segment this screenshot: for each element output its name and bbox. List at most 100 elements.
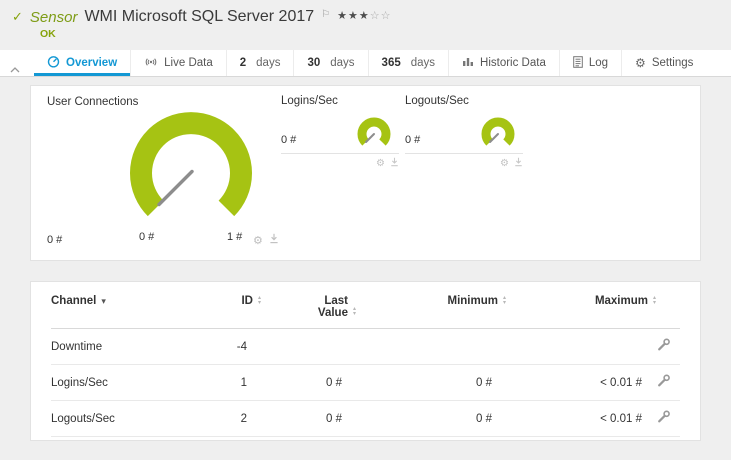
mini-gauge-logins: Logins/Sec 0 # ⚙ <box>281 95 399 170</box>
tab-days-word: days <box>330 57 355 69</box>
tab-days-number: 2 <box>239 57 247 69</box>
mini-gauge-toolbar: ⚙ <box>281 157 399 170</box>
channel-minimum: 0 # <box>356 436 506 440</box>
sort-arrows-icon: ▴ ▾ <box>502 295 506 306</box>
gauge-needle <box>157 169 194 207</box>
tab-2-days[interactable]: 2 days <box>225 50 294 76</box>
gear-icon[interactable]: ⚙ <box>253 234 263 247</box>
live-signal-icon <box>144 56 158 71</box>
tab-365-days[interactable]: 365 days <box>367 50 448 76</box>
column-header-actions <box>656 282 680 329</box>
header-label: Minimum <box>447 295 498 307</box>
tab-log[interactable]: Log <box>558 50 621 76</box>
pin-download-icon[interactable] <box>269 233 279 247</box>
channel-name[interactable]: User Connections <box>51 436 201 440</box>
table-row: User Connections 0 0 # 0 # 0 # <box>51 436 680 440</box>
sort-caret-down-icon: ▾ <box>101 296 106 306</box>
column-header-last-value[interactable]: Last Value ▴ ▾ <box>261 282 356 329</box>
tab-days-word: days <box>256 57 281 69</box>
gauge-toolbar: ⚙ <box>253 233 279 247</box>
sort-arrows-icon: ▴ ▾ <box>257 295 261 306</box>
channel-maximum <box>506 328 656 365</box>
page-title: WMI Microsoft SQL Server 2017 <box>84 8 315 25</box>
tab-30-days[interactable]: 30 days <box>293 50 367 76</box>
column-header-id[interactable]: ID ▴ ▾ <box>201 282 261 329</box>
channel-id: 0 <box>201 436 261 440</box>
channel-minimum: 0 # <box>356 400 506 437</box>
column-header-minimum[interactable]: Minimum ▴ ▾ <box>356 282 507 329</box>
tab-overview[interactable]: Overview <box>34 50 130 76</box>
mini-gauge-row: 0 # <box>405 114 523 154</box>
tab-historic-data[interactable]: Historic Data <box>448 50 559 76</box>
status-ok-check-icon: ✓ <box>12 9 23 24</box>
mini-gauge-row: 0 # <box>281 114 399 154</box>
sensor-header: ✓ Sensor WMI Microsoft SQL Server 2017 ⚐… <box>0 0 731 45</box>
tab-days-number: 30 <box>307 57 321 69</box>
sensor-title-row: ✓ Sensor WMI Microsoft SQL Server 2017 ⚐… <box>12 8 719 26</box>
status-badge: OK <box>40 28 56 40</box>
tab-bar: Overview Live Data 2 days 30 days 365 da… <box>0 50 731 77</box>
channel-maximum: < 0.01 # <box>506 400 656 437</box>
sort-arrows-icon: ▴ ▾ <box>352 306 356 317</box>
mini-gauge-logouts: Logouts/Sec 0 # ⚙ <box>405 95 523 170</box>
content-area: User Connections 0 # 0 # 1 # ⚙ Logins/Se… <box>0 77 731 441</box>
stars-empty[interactable]: ☆☆ <box>370 10 392 22</box>
priority-flag-icon[interactable]: ⚐ <box>321 9 330 20</box>
channel-minimum: 0 # <box>356 364 506 401</box>
column-header-channel[interactable]: Channel ▾ <box>51 282 201 329</box>
gauges-panel: User Connections 0 # 0 # 1 # ⚙ Logins/Se… <box>30 85 701 261</box>
tab-label: Settings <box>651 57 694 69</box>
mini-gauge-title: Logouts/Sec <box>405 95 469 107</box>
priority-stars[interactable]: ★★★☆☆ <box>337 9 391 22</box>
channel-settings-cell <box>656 400 680 437</box>
gauge-icon <box>47 55 60 71</box>
gear-icon[interactable]: ⚙ <box>500 158 509 169</box>
stars-filled[interactable]: ★★★ <box>337 10 370 22</box>
sort-arrows-icon: ▴ ▾ <box>652 295 656 306</box>
pin-download-icon[interactable] <box>514 157 523 170</box>
object-kind-label: Sensor <box>29 8 78 26</box>
chevron-up-icon[interactable] <box>10 60 20 78</box>
logins-gauge <box>357 117 391 146</box>
channel-maximum: < 0.01 # <box>506 364 656 401</box>
channels-table: Channel ▾ ID ▴ ▾ Last Value ▴ ▾ Minimum ▴ ▾ Max… <box>51 282 680 440</box>
mini-gauge-value: 0 # <box>281 134 297 146</box>
tab-days-number: 365 <box>381 57 401 69</box>
channel-id: -4 <box>201 328 261 365</box>
channel-name[interactable]: Downtime <box>51 328 201 365</box>
gear-icon: ⚙ <box>635 56 646 70</box>
tab-live-data[interactable]: Live Data <box>130 50 226 76</box>
channel-last-value: 0 # <box>261 364 356 401</box>
gauge-max-label: 1 # <box>227 231 243 243</box>
channel-settings-cell <box>656 436 680 440</box>
channel-last-value: 0 # <box>261 400 356 437</box>
channel-id: 1 <box>201 364 261 401</box>
table-row: Logouts/Sec 2 0 # 0 # < 0.01 # <box>51 400 680 437</box>
logouts-gauge <box>481 117 515 146</box>
header-label: Last Value <box>317 295 348 319</box>
wrench-settings-icon[interactable] <box>656 410 670 427</box>
tab-label: Live Data <box>164 57 213 69</box>
channel-settings-cell <box>656 364 680 401</box>
gauge-title-user-connections: User Connections <box>47 96 139 108</box>
table-header-row: Channel ▾ ID ▴ ▾ Last Value ▴ ▾ Minimum ▴ ▾ Max… <box>51 282 680 329</box>
wrench-settings-icon[interactable] <box>656 374 670 391</box>
channel-settings-cell <box>656 328 680 365</box>
channel-last-value <box>261 328 356 365</box>
tab-days-word: days <box>410 57 436 69</box>
pin-download-icon[interactable] <box>390 157 399 170</box>
tab-label: Log <box>588 57 609 69</box>
user-connections-gauge <box>130 112 252 217</box>
column-header-maximum[interactable]: Maximum ▴ ▾ <box>506 282 656 329</box>
gear-icon[interactable]: ⚙ <box>376 158 385 169</box>
table-row: Logins/Sec 1 0 # 0 # < 0.01 # <box>51 364 680 401</box>
channel-name[interactable]: Logouts/Sec <box>51 400 201 437</box>
gauge-min-label: 0 # <box>139 231 155 243</box>
gauge-current-value: 0 # <box>47 234 63 246</box>
header-label: Channel <box>51 295 97 307</box>
channel-name[interactable]: Logins/Sec <box>51 364 201 401</box>
bar-chart-icon <box>462 56 474 70</box>
wrench-settings-icon[interactable] <box>656 338 670 355</box>
tab-settings[interactable]: ⚙ Settings <box>621 50 706 76</box>
mini-gauge-value: 0 # <box>405 134 421 146</box>
